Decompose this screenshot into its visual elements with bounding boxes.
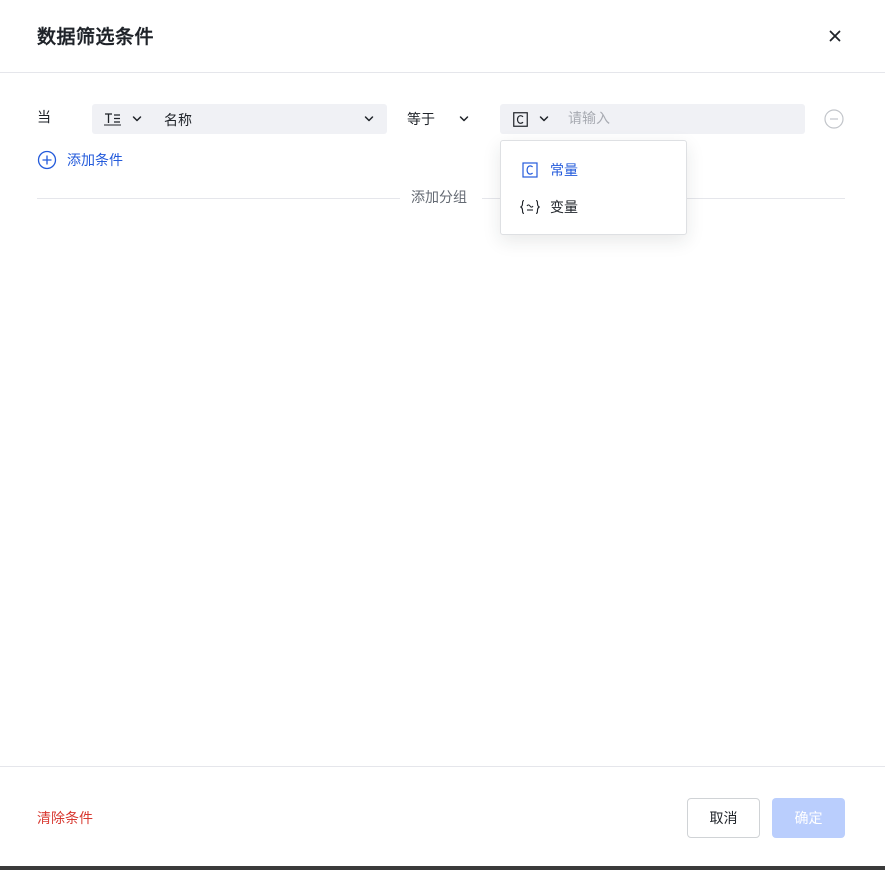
- add-group-button[interactable]: 添加分组: [411, 187, 467, 207]
- chevron-down-icon: [364, 116, 374, 122]
- chevron-down-icon: [539, 116, 549, 122]
- remove-condition-button[interactable]: [824, 109, 844, 129]
- field-name: 名称: [164, 113, 192, 129]
- clear-conditions-button[interactable]: 清除条件: [37, 808, 93, 828]
- window-edge: [0, 866, 885, 870]
- add-condition-button[interactable]: 添加条件: [37, 150, 123, 170]
- dropdown-item-variable[interactable]: 变量: [501, 190, 686, 224]
- divider-left: [37, 198, 400, 199]
- constant-icon: [513, 112, 528, 127]
- dialog-title: 数据筛选条件: [37, 26, 155, 48]
- chevron-down-icon: [459, 116, 469, 122]
- operator-label: 等于: [407, 112, 435, 128]
- dialog-footer: 清除条件 取消 确定: [0, 766, 885, 866]
- close-button[interactable]: [824, 25, 846, 47]
- operator-select[interactable]: 等于: [400, 104, 482, 134]
- when-label: 当: [37, 110, 51, 126]
- value-field: [500, 104, 805, 134]
- confirm-button[interactable]: 确定: [772, 798, 845, 838]
- filter-dialog: 数据筛选条件 当 名称 等于 请输入 添加条件 添加分组 常量 变量 清除条件 …: [0, 0, 885, 866]
- cancel-button[interactable]: 取消: [687, 798, 760, 838]
- field-select[interactable]: 名称: [92, 104, 387, 134]
- text-field-icon: [104, 113, 121, 126]
- value-type-dropdown: 常量 变量: [500, 140, 687, 235]
- variable-icon: [520, 199, 540, 215]
- minus-circle-icon: [824, 109, 844, 129]
- close-icon: [829, 30, 841, 42]
- constant-icon: [522, 162, 538, 178]
- dialog-header: 数据筛选条件: [0, 0, 885, 73]
- dropdown-item-label: 常量: [550, 163, 578, 179]
- dropdown-item-constant[interactable]: 常量: [501, 153, 686, 187]
- value-input[interactable]: [568, 104, 798, 134]
- dropdown-item-label: 变量: [550, 200, 578, 216]
- add-condition-label: 添加条件: [67, 153, 123, 169]
- value-type-select[interactable]: [500, 104, 558, 134]
- chevron-down-icon: [132, 116, 142, 122]
- plus-circle-icon: [37, 150, 57, 170]
